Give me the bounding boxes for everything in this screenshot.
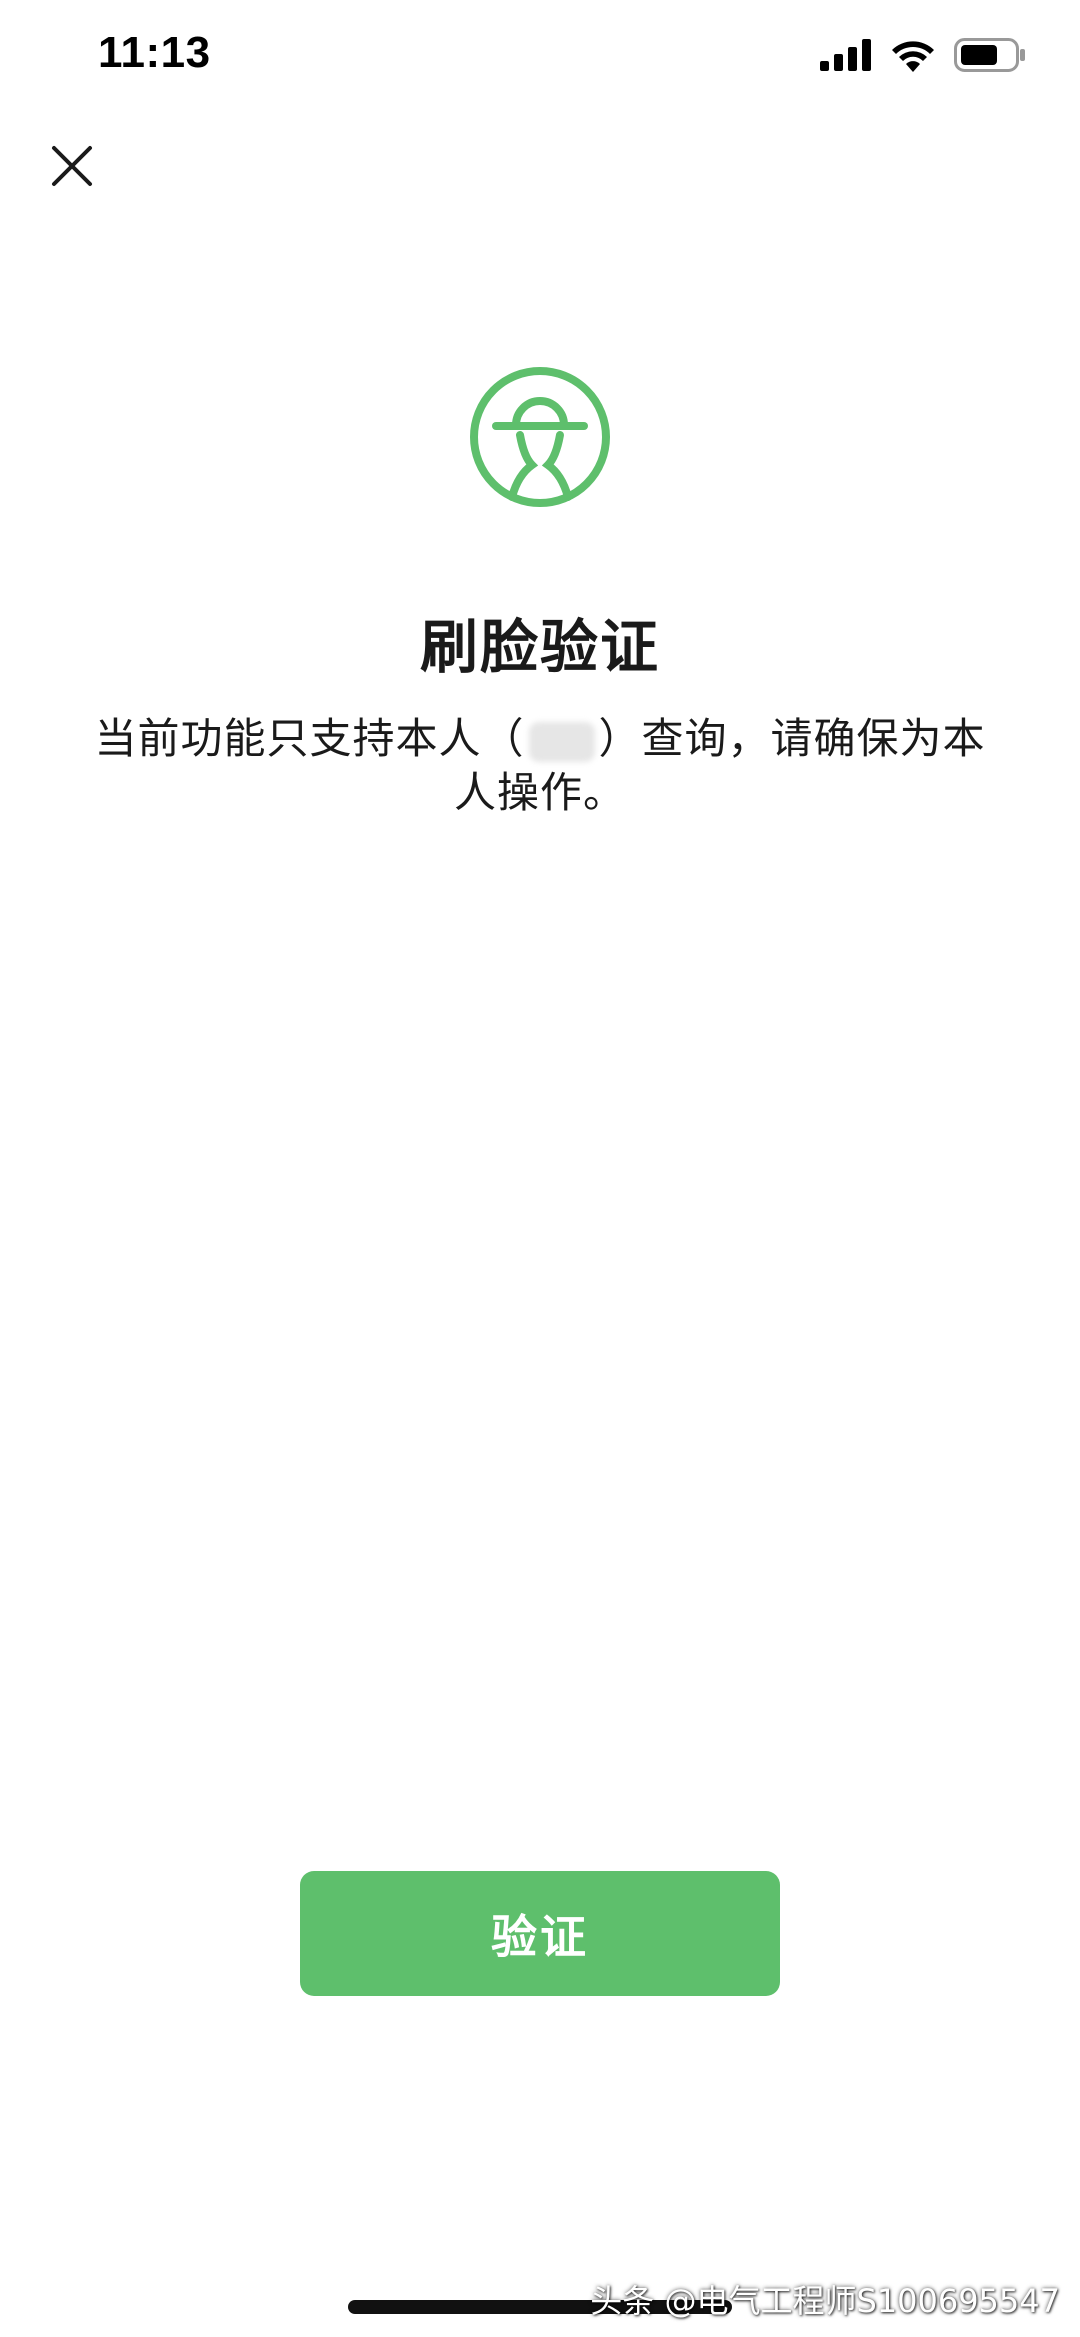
battery-icon bbox=[954, 38, 1025, 72]
face-verify-icon bbox=[470, 367, 610, 507]
status-bar: 11:13 bbox=[0, 0, 1080, 120]
redacted-name bbox=[528, 721, 595, 762]
status-time: 11:13 bbox=[98, 28, 211, 77]
face-verify-logo bbox=[468, 365, 612, 509]
wifi-icon bbox=[892, 41, 934, 72]
page-title: 刷脸验证 bbox=[419, 613, 660, 681]
verify-button[interactable]: 验证 bbox=[300, 1871, 780, 1996]
watermark: 头条 @电气工程师S100695547 bbox=[590, 2282, 1060, 2320]
close-button[interactable] bbox=[46, 140, 98, 192]
status-icons bbox=[820, 38, 1026, 72]
description: 当前功能只支持本人（ ）查询，请确保为本人操作。 bbox=[90, 712, 990, 820]
signal-icon bbox=[820, 39, 871, 71]
description-text-before: 当前功能只支持本人（ bbox=[94, 714, 525, 763]
close-icon bbox=[52, 146, 92, 186]
